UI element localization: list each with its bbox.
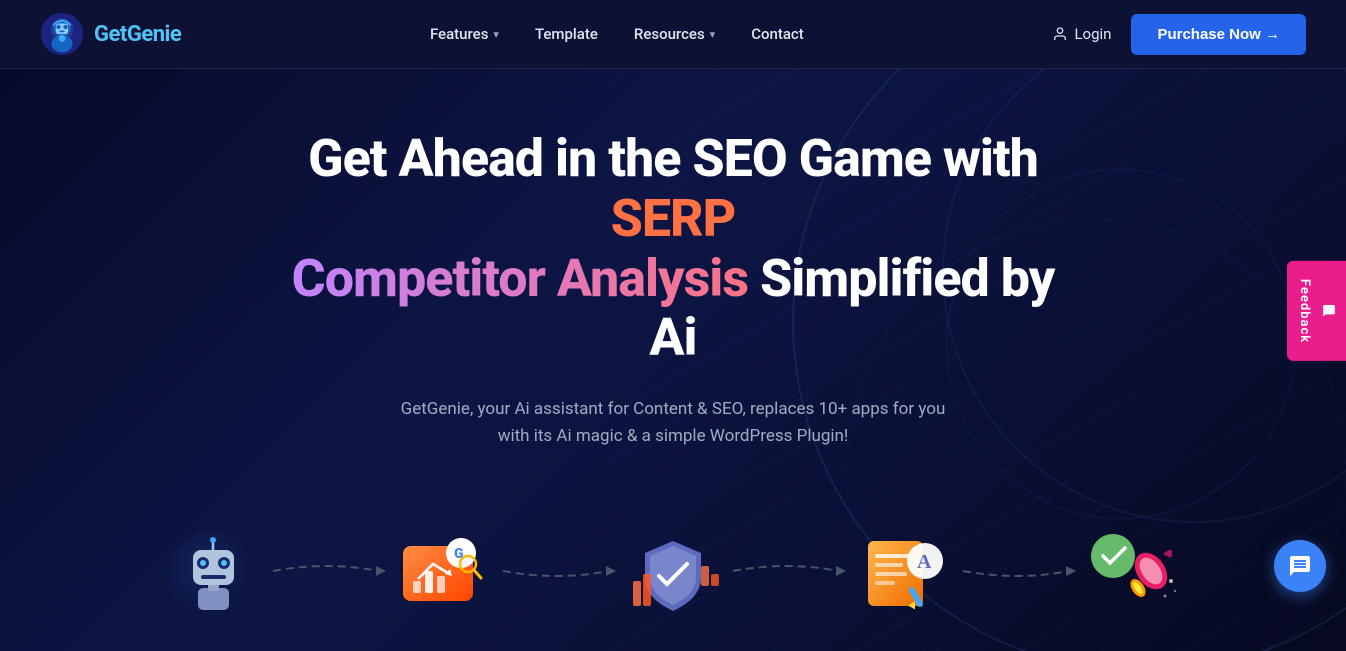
hero-icon-rocket [1078,521,1188,631]
feedback-icon [1322,304,1336,318]
hero-icon-robot [158,521,268,631]
navbar: GetGenie Features ▾ Template Resources ▾… [0,0,1346,69]
feedback-tab[interactable]: Feedback [1287,261,1346,361]
hero-subtitle: GetGenie, your Ai assistant for Content … [383,396,963,450]
login-link[interactable]: Login [1052,25,1111,43]
logo-icon [40,12,84,56]
purchase-now-button[interactable]: Purchase Now → [1131,14,1306,55]
nav-item-contact[interactable]: Contact [751,25,804,43]
hero-icon-text-editor: A [848,521,958,631]
chat-icon [1288,554,1312,578]
chevron-down-icon: ▾ [710,28,716,41]
hero-content: Get Ahead in the SEO Game with SERP Comp… [273,129,1073,501]
hero-icon-search: G [388,521,498,631]
nav-item-resources[interactable]: Resources ▾ [634,25,715,43]
arrow-connector-3 [728,556,848,586]
nav-menu: Features ▾ Template Resources ▾ Contact [430,25,804,43]
nav-link-features[interactable]: Features ▾ [430,25,499,43]
chat-bubble-button[interactable] [1274,540,1326,592]
arrow-connector-1 [268,556,388,586]
hero-icon-shield [618,521,728,631]
nav-item-features[interactable]: Features ▾ [430,25,499,43]
hero-icons-row: G [123,521,1223,631]
arrow-connector-2 [498,556,618,586]
svg-text:A: A [917,551,932,573]
logo-link[interactable]: GetGenie [40,12,181,56]
nav-link-contact[interactable]: Contact [751,25,804,43]
navbar-actions: Login Purchase Now → [1052,14,1306,55]
nav-link-template[interactable]: Template [535,25,598,43]
seo-shield-icon [623,526,723,626]
robot-icon [166,528,261,623]
nav-link-resources[interactable]: Resources ▾ [634,25,715,43]
text-editor-icon: A [853,526,953,626]
logo-text: GetGenie [94,22,181,47]
nav-item-template[interactable]: Template [535,25,598,43]
rocket-icon [1083,526,1183,626]
arrow-connector-4 [958,556,1078,586]
chevron-down-icon: ▾ [493,28,499,41]
hero-section: Get Ahead in the SEO Game with SERP Comp… [0,69,1346,651]
hero-title: Get Ahead in the SEO Game with SERP Comp… [273,129,1073,368]
search-analytics-icon: G [393,526,493,626]
user-icon [1052,26,1068,42]
